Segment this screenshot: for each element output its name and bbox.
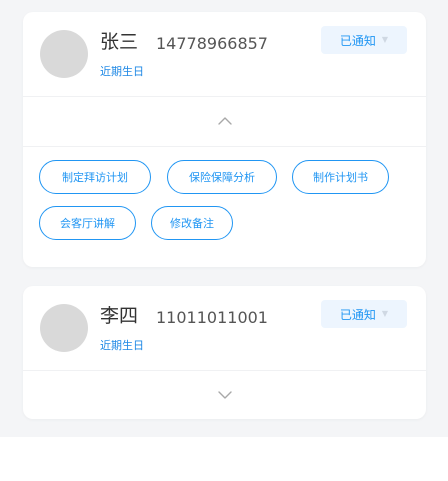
- caret-down-icon: ▼: [381, 309, 389, 318]
- notify-status-dropdown[interactable]: 已通知 ▼: [321, 300, 407, 328]
- contact-phone: 14778966857: [156, 34, 268, 53]
- notify-status-label: 已通知: [339, 33, 376, 48]
- divider: [23, 96, 426, 97]
- make-visit-plan-button[interactable]: 制定拜访计划: [39, 160, 151, 194]
- birthday-tag: 近期生日: [100, 65, 144, 78]
- list-footer: [0, 437, 448, 481]
- notify-status-dropdown[interactable]: 已通知 ▼: [321, 26, 407, 54]
- chevron-up-icon: [218, 117, 232, 125]
- notify-status-label: 已通知: [339, 307, 376, 322]
- divider: [23, 146, 426, 147]
- contact-card: 张三 14778966857 近期生日 已通知 ▼ 制定拜访计划 保险保障分析 …: [23, 12, 426, 267]
- collapse-toggle[interactable]: [213, 112, 237, 130]
- contact-name: 张三: [100, 31, 139, 53]
- make-proposal-button[interactable]: 制作计划书: [292, 160, 389, 194]
- contact-phone: 11011011001: [156, 308, 268, 327]
- contact-name: 李四: [100, 305, 139, 327]
- edit-note-button[interactable]: 修改备注: [151, 206, 233, 240]
- avatar: [40, 30, 88, 78]
- caret-down-icon: ▼: [381, 35, 389, 44]
- chevron-down-icon: [218, 391, 232, 399]
- expand-toggle[interactable]: [213, 386, 237, 404]
- birthday-tag: 近期生日: [100, 339, 144, 352]
- divider: [23, 370, 426, 371]
- parlor-presentation-button[interactable]: 会客厅讲解: [39, 206, 136, 240]
- contact-card: 李四 11011011001 近期生日 已通知 ▼: [23, 286, 426, 419]
- avatar: [40, 304, 88, 352]
- insurance-analysis-button[interactable]: 保险保障分析: [167, 160, 277, 194]
